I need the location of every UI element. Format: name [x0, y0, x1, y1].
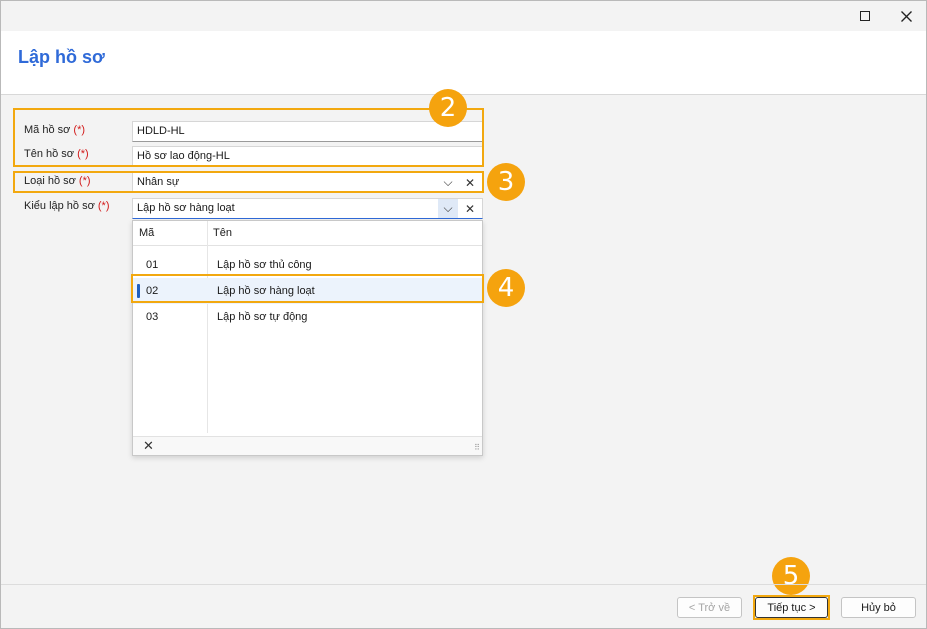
step-badge-4: 4: [487, 269, 525, 307]
creation-mode-label-text: Kiểu lập hồ sơ: [24, 200, 95, 212]
record-name-value: Hồ sơ lao động-HL: [137, 150, 230, 162]
selection-indicator: [137, 284, 140, 298]
record-code-label: Mã hồ sơ (*): [24, 124, 85, 136]
row-code: 03: [146, 311, 159, 323]
chevron-down-icon[interactable]: ⌵: [438, 173, 458, 192]
maximize-button[interactable]: [845, 1, 885, 31]
required-mark: (*): [73, 124, 86, 136]
dropdown-row[interactable]: 01 Lập hồ sơ thủ công: [133, 252, 482, 278]
required-mark: (*): [97, 200, 110, 212]
row-name: Lập hồ sơ hàng loạt: [217, 285, 315, 297]
dropdown-header: Mã Tên: [133, 221, 482, 246]
clear-icon[interactable]: ✕: [460, 199, 480, 218]
creation-mode-value: Lập hồ sơ hàng loạt: [137, 202, 235, 214]
record-code-value: HDLD-HL: [137, 125, 185, 137]
column-header-code[interactable]: Mã: [139, 227, 154, 239]
record-name-label: Tên hồ sơ (*): [24, 148, 89, 160]
next-button[interactable]: Tiếp tục >: [755, 597, 828, 618]
step-badge-5: 5: [772, 557, 810, 595]
clear-icon[interactable]: ✕: [460, 173, 480, 192]
creation-mode-label: Kiểu lập hồ sơ (*): [24, 200, 109, 212]
resize-grip-icon[interactable]: ⠿: [474, 443, 480, 452]
row-code: 02: [146, 285, 159, 297]
record-type-value: Nhân sự: [137, 176, 180, 188]
row-code: 01: [146, 259, 159, 271]
page-title: Lập hồ sơ: [18, 47, 105, 67]
step-badge-3: 3: [487, 163, 525, 201]
record-type-label: Loại hồ sơ (*): [24, 175, 91, 187]
close-button[interactable]: [886, 1, 926, 31]
record-type-label-text: Loại hồ sơ: [24, 175, 76, 187]
chevron-down-icon[interactable]: ⌵: [438, 199, 458, 218]
cancel-button[interactable]: Hủy bỏ: [841, 597, 916, 618]
title-bar: [1, 1, 926, 31]
dropdown-row[interactable]: 03 Lập hồ sơ tự động: [133, 304, 482, 330]
required-mark: (*): [77, 148, 89, 160]
column-header-name[interactable]: Tên: [213, 227, 232, 239]
dialog-window: Lập hồ sơ Mã hồ sơ (*) HDLD-HL Tên hồ sơ…: [0, 0, 927, 629]
record-code-input[interactable]: HDLD-HL: [132, 121, 483, 142]
dropdown-footer: ✕ ⠿: [133, 436, 482, 455]
row-name: Lập hồ sơ tự động: [217, 311, 308, 323]
dropdown-row-selected[interactable]: 02 Lập hồ sơ hàng loạt: [133, 278, 482, 304]
record-type-combobox[interactable]: Nhân sự ⌵ ✕: [132, 172, 483, 193]
required-mark: (*): [78, 175, 91, 187]
dialog-header: Lập hồ sơ: [1, 31, 926, 95]
maximize-icon: [860, 11, 870, 21]
record-name-label-text: Tên hồ sơ: [24, 148, 75, 160]
record-code-label-text: Mã hồ sơ: [24, 124, 71, 136]
record-name-input[interactable]: Hồ sơ lao động-HL: [132, 146, 483, 167]
creation-mode-dropdown: Mã Tên 01 Lập hồ sơ thủ công 02 Lập hồ s…: [132, 220, 483, 456]
clear-icon[interactable]: ✕: [143, 438, 154, 454]
footer-divider: [1, 584, 926, 585]
back-button[interactable]: < Trở về: [677, 597, 742, 618]
creation-mode-combobox[interactable]: Lập hồ sơ hàng loạt ⌵ ✕: [132, 198, 483, 219]
row-name: Lập hồ sơ thủ công: [217, 259, 312, 271]
close-icon: [900, 10, 912, 22]
step-badge-2: 2: [429, 89, 467, 127]
